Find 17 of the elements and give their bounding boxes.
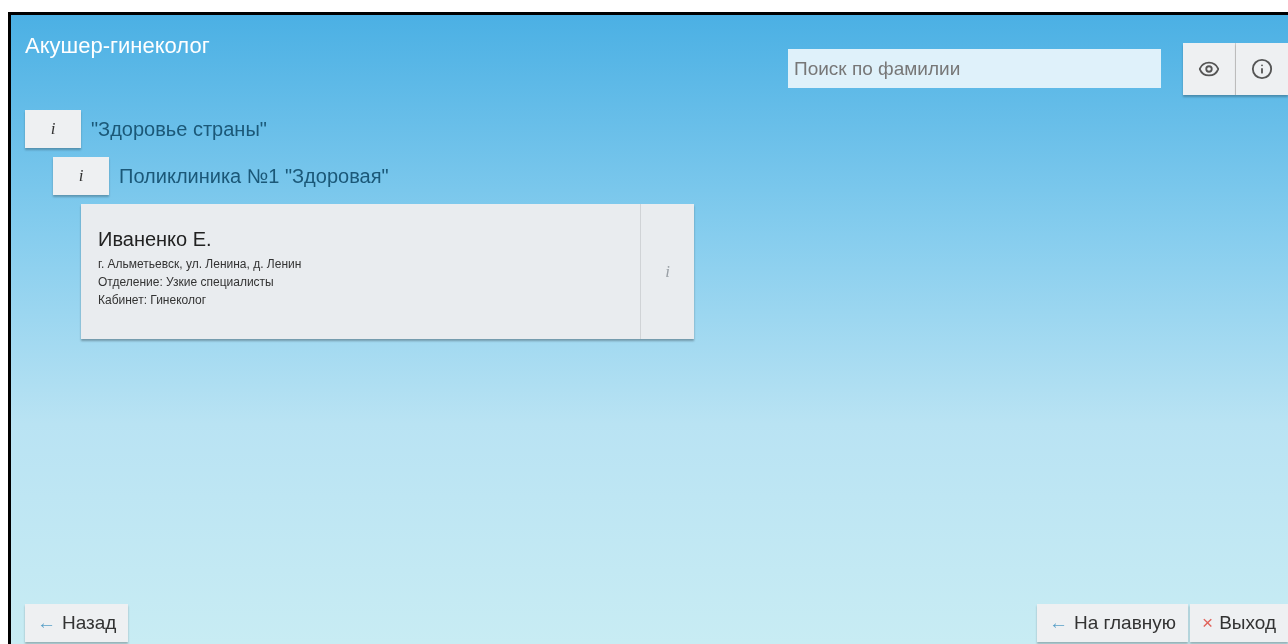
doctor-card[interactable]: Иваненко Е. г. Альметьевск, ул. Ленина, д. Ленин Отделение: Узкие специалисты Кабинет: Гинеколог i	[81, 204, 694, 339]
doctor-name: Иваненко Е.	[98, 227, 213, 252]
organization-name: Поликлиника №1 "Здоровая"	[119, 164, 389, 189]
info-icon	[1251, 58, 1273, 80]
doctor-detail: Отделение: Узкие специалисты	[98, 274, 275, 291]
doctor-detail: г. Альметьевск, ул. Ленина, д. Ленин	[98, 256, 303, 273]
info-button[interactable]: i	[25, 110, 81, 148]
nav-button[interactable]: × Выход	[1190, 604, 1288, 642]
doctor-detail: Кабинет: Гинеколог	[98, 292, 208, 309]
page-title: Акушер-гинеколог	[25, 32, 210, 60]
info-button[interactable]	[1236, 43, 1288, 95]
info-button[interactable]: i	[53, 157, 109, 195]
nav-button[interactable]: ← Назад	[25, 604, 129, 642]
search-field[interactable]: Поиск по фамилии	[788, 49, 1161, 88]
organization-name: "Здоровье страны"	[91, 117, 267, 142]
nav-button[interactable]: ← На главную	[1036, 604, 1189, 642]
view-button[interactable]	[1183, 43, 1236, 95]
